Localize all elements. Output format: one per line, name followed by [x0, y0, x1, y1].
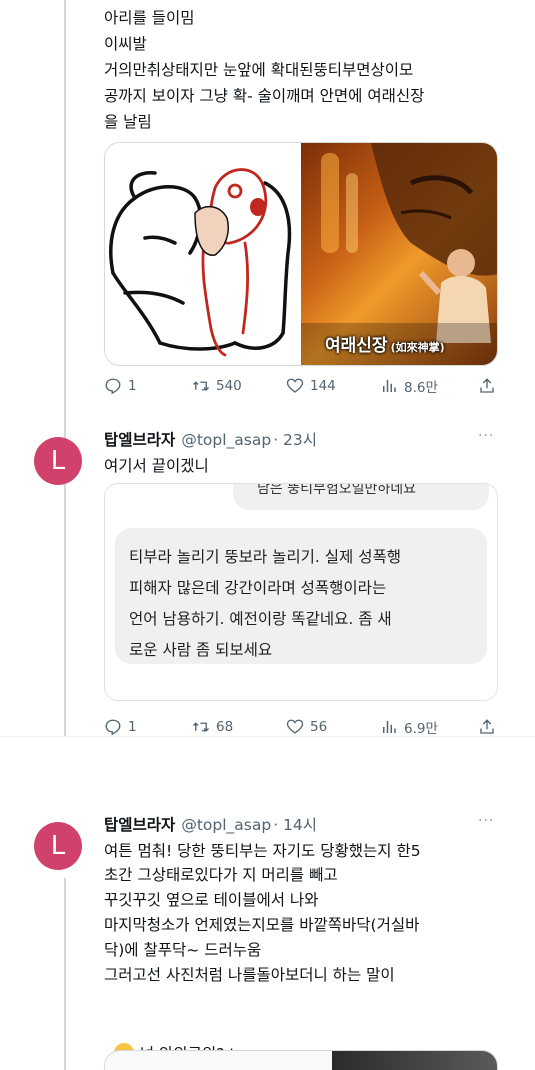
tweet1-actions: 1 540 144 8.6만 — [104, 375, 504, 397]
kungfu-image[interactable]: 여래신장 (如來神掌) — [301, 143, 497, 365]
media-caption-main: 여래신장 — [325, 336, 388, 356]
quote-line-4: 로운 사람 좀 되보세요 — [129, 641, 273, 659]
avatar[interactable]: L — [34, 437, 82, 485]
tweet1-line-1: 아리를 들이밈 — [104, 9, 195, 27]
quote-line-1: 티부라 놀리기 뚱보라 놀리기. 실제 성폭행 — [129, 548, 401, 566]
retweet-count: 68 — [216, 719, 234, 735]
retweet-icon — [193, 381, 209, 391]
more-options-icon[interactable]: ··· — [478, 428, 494, 444]
retweet-button[interactable]: 540 — [192, 377, 242, 395]
tweet1-line-3: 거의만취상태지만 눈앞에 확대된뚱티부면상이모 — [104, 61, 414, 79]
tweet3-header: 탑엘브라자 @topl_asap · 14시 — [104, 813, 317, 835]
media-caption: 여래신장 (如來神掌) — [325, 331, 445, 356]
like-count: 56 — [310, 719, 328, 735]
heart-icon — [286, 719, 304, 734]
tweet3-line-3: 꾸깃꾸깃 옆으로 테이블에서 나와 — [104, 891, 319, 909]
cartoon-image[interactable] — [105, 143, 301, 365]
thread-line-mid — [64, 0, 66, 736]
author-handle[interactable]: @topl_asap — [181, 431, 271, 449]
quote-top-bubble: 남은 뚱티부험오일만하네요 — [233, 484, 489, 510]
tweet3-media-right[interactable] — [332, 1051, 497, 1070]
quoted-screenshot[interactable]: 남은 뚱티부험오일만하네요 티부라 놀리기 뚱보라 놀리기. 실제 성폭행 피해… — [104, 483, 498, 701]
like-button[interactable]: 144 — [286, 377, 336, 395]
quote-line-3: 언어 남용하기. 예전이랑 똑같네요. 좀 새 — [129, 610, 392, 628]
like-count: 144 — [310, 378, 336, 394]
tweet3-media[interactable] — [104, 1050, 498, 1070]
quote-line-2: 피해자 많은데 강간이라며 성폭행이라는 — [129, 579, 387, 597]
heart-icon — [286, 378, 304, 393]
reply-icon — [105, 719, 121, 736]
views-count: 6.9만 — [404, 721, 438, 737]
tweet1-line-5: 을 날림 — [104, 113, 152, 131]
views-button[interactable]: 8.6만 — [380, 376, 438, 396]
views-count: 8.6만 — [404, 380, 438, 396]
reply-button[interactable]: 1 — [104, 718, 137, 736]
reply-count: 1 — [128, 378, 137, 394]
author-name[interactable]: 탑엘브라자 — [104, 428, 175, 450]
media-caption-sub: (如來神掌) — [390, 341, 445, 354]
tweet1-line-2: 이씨발 — [104, 35, 147, 53]
tweet3-line-4: 마지막청소가 언제였는지모를 바깥쪽바닥(거실바 — [104, 916, 420, 934]
avatar[interactable]: L — [34, 822, 82, 870]
tweet1-line-4: 공까지 보이자 그냥 확- 술이깨며 안면에 여래신장 — [104, 87, 425, 105]
reply-button[interactable]: 1 — [104, 377, 137, 395]
author-handle[interactable]: @topl_asap — [181, 816, 271, 834]
share-icon — [480, 378, 494, 393]
tweet2-actions: 1 68 56 6.9만 — [104, 716, 504, 738]
share-button[interactable] — [478, 377, 496, 395]
retweet-icon — [193, 722, 209, 732]
tweet3-line-2: 초간 그상태로있다가 지 머리를 빼고 — [104, 866, 338, 884]
thread-line-bottom — [64, 878, 66, 1070]
tweet2-text: 여기서 끝이겠니 — [104, 457, 209, 475]
tweet3-line-1: 여튼 멈춰! 당한 뚱티부는 자기도 당황했는지 한5 — [104, 842, 421, 860]
tweet3-line-5: 닥)에 찰푸닥~ 드러누움 — [104, 941, 262, 959]
like-button[interactable]: 56 — [286, 718, 327, 736]
share-icon — [480, 719, 494, 734]
views-button[interactable]: 6.9만 — [380, 717, 438, 737]
tweet-time[interactable]: · 23시 — [273, 428, 317, 450]
tweet3-media-left[interactable] — [105, 1051, 333, 1070]
reply-icon — [105, 378, 121, 395]
views-icon — [383, 721, 396, 733]
retweet-button[interactable]: 68 — [192, 718, 233, 736]
tweet1-media[interactable]: 여래신장 (如來神掌) — [104, 142, 498, 366]
tweet-time[interactable]: · 14시 — [273, 813, 317, 835]
more-options-icon[interactable]: ··· — [478, 813, 494, 829]
reply-count: 1 — [128, 719, 137, 735]
section-divider — [0, 736, 535, 784]
cartoon-drawing — [109, 168, 292, 357]
views-icon — [383, 380, 396, 392]
tweet2-header: 탑엘브라자 @topl_asap · 23시 — [104, 428, 317, 450]
tweet3-line-6: 그러고선 사진처럼 나를돌아보더니 하는 말이 — [104, 966, 395, 984]
author-name[interactable]: 탑엘브라자 — [104, 813, 175, 835]
share-button[interactable] — [478, 718, 496, 736]
quote-bubble: 티부라 놀리기 뚱보라 놀리기. 실제 성폭행 피해자 많은데 강간이라며 성폭… — [115, 528, 487, 664]
retweet-count: 540 — [216, 378, 242, 394]
